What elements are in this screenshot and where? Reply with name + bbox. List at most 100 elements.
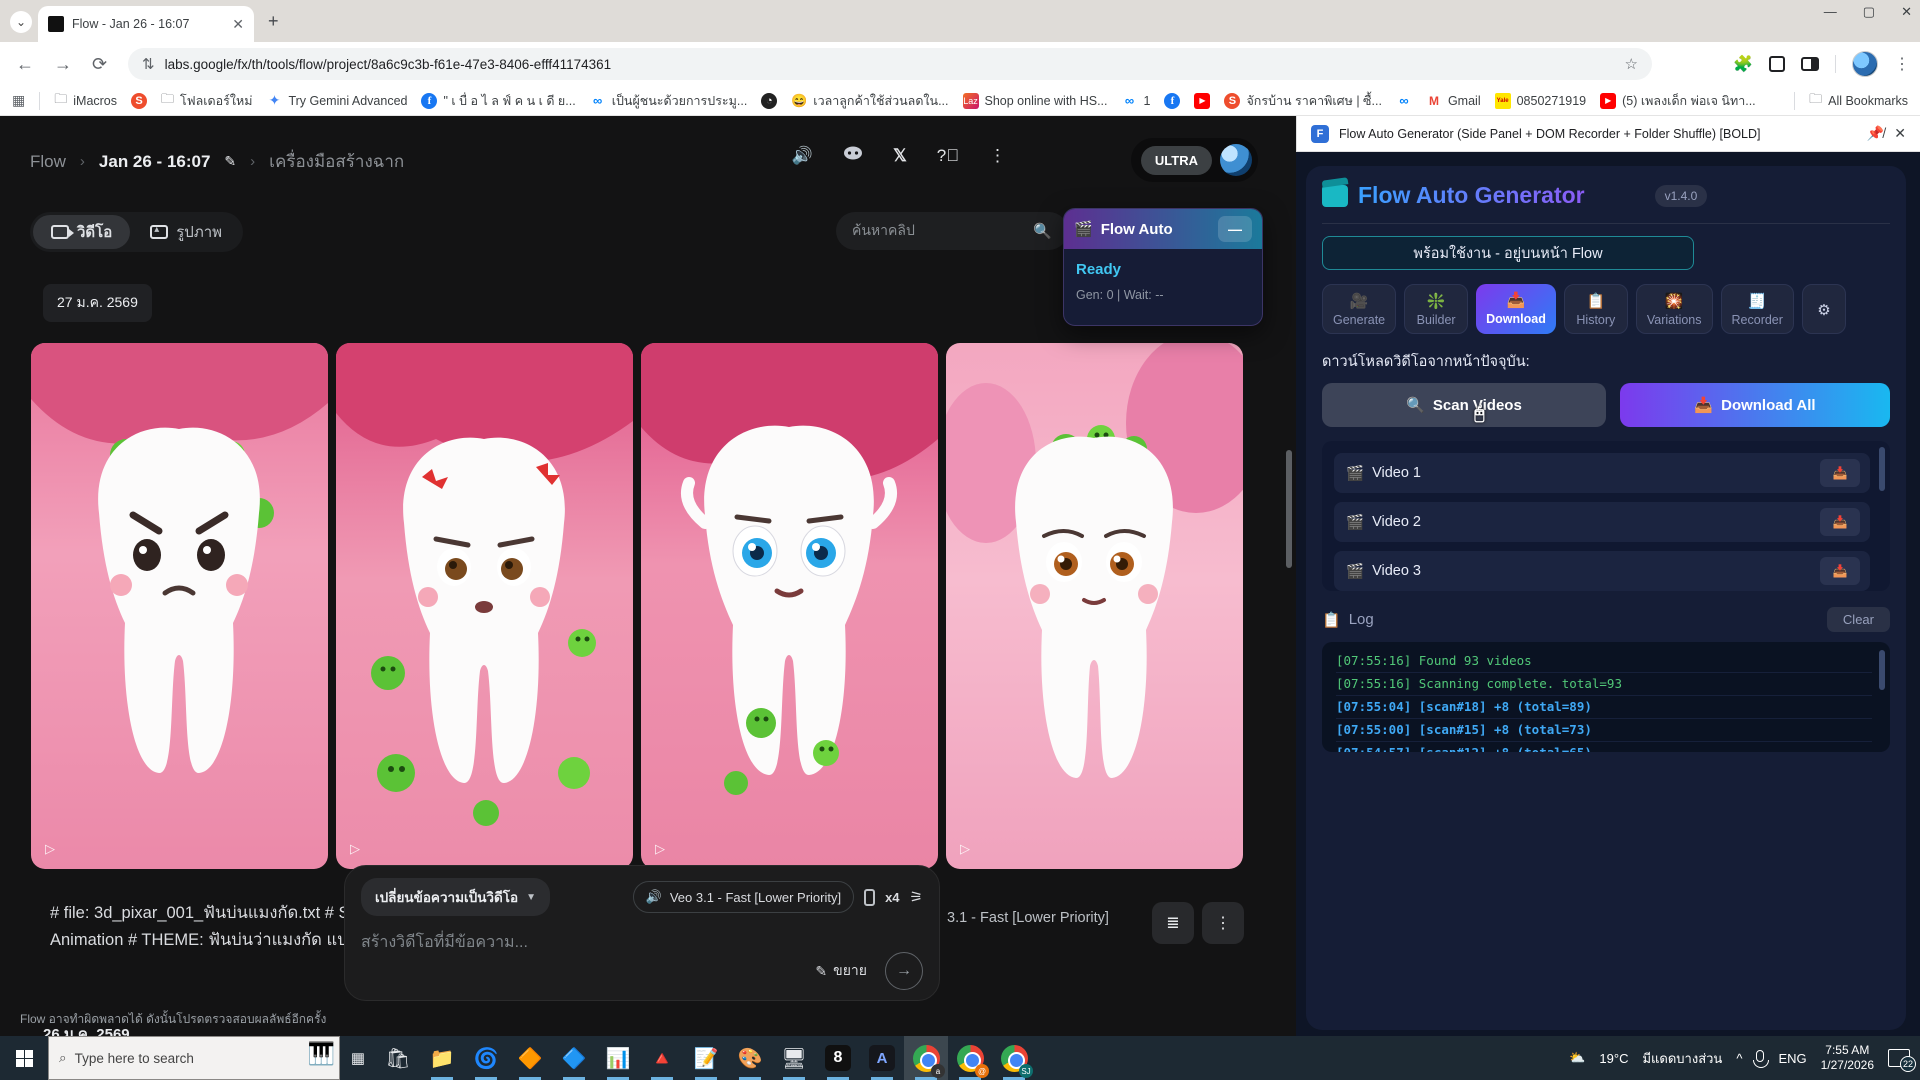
video-thumbnail-3[interactable]: ▷ (641, 343, 938, 869)
system-monitor-icon[interactable]: 📊 (596, 1036, 640, 1080)
more-options-icon[interactable]: ⋮ (989, 146, 1006, 166)
chrome-profile-3-icon[interactable]: SJ (992, 1036, 1036, 1080)
window-close-button[interactable]: ✕ (1901, 4, 1912, 20)
bookmark-phone[interactable]: Yale 0850271919 (1495, 93, 1587, 109)
browser-menu-icon[interactable]: ⋮ (1894, 54, 1910, 74)
tab-download[interactable]: 📥 Download (1476, 284, 1556, 334)
browser-tab[interactable]: Flow - Jan 26 - 16:07 ✕ (38, 6, 254, 42)
bookmark-facebook[interactable]: f (1164, 93, 1180, 109)
video-caption[interactable]: # file: 3d_pixar_001_ฟันบ่นแมงกัด.txt # … (50, 900, 344, 954)
imacros-extension-icon[interactable] (1769, 56, 1785, 72)
help-icon[interactable]: ?⃝ (937, 146, 959, 166)
minimize-panel-button[interactable]: — (1218, 216, 1252, 242)
model-chip[interactable]: 🔊 Veo 3.1 - Fast [Lower Priority] (633, 881, 854, 913)
clock[interactable]: 7:55 AM 1/27/2026 (1821, 1043, 1874, 1073)
expand-button[interactable]: ✎ ขยาย (815, 960, 867, 982)
reload-button[interactable]: ⟳ (92, 42, 107, 86)
clear-log-button[interactable]: Clear (1827, 607, 1890, 632)
prompt-settings-icon[interactable]: ⚞ (910, 888, 923, 906)
play-icon[interactable]: ▷ (655, 841, 665, 857)
bookmark-meta-1[interactable]: ∞ 1 (1122, 93, 1151, 109)
bookmark-gemini[interactable]: ✦ Try Gemini Advanced (266, 93, 407, 109)
tab-image[interactable]: รูปภาพ (132, 215, 240, 249)
x-social-icon[interactable]: 𝕏 (893, 146, 907, 166)
app-8-icon[interactable]: 8 (816, 1036, 860, 1080)
remote-desktop-icon[interactable]: 🖥 (772, 1036, 816, 1080)
page-scrollbar[interactable] (1286, 450, 1292, 568)
breadcrumb-project[interactable]: Jan 26 - 16:07 (99, 152, 211, 172)
bookmark-gmail[interactable]: M Gmail (1426, 93, 1481, 109)
window-maximize-button[interactable]: ▢ (1863, 4, 1875, 20)
bookmark-imacros[interactable]: 🗀 iMacros (54, 93, 117, 109)
bookmark-dark-site[interactable]: ◔ (761, 93, 777, 109)
clip-list-button[interactable]: ≣ (1152, 902, 1194, 944)
bookmark-star-icon[interactable]: ☆ (1625, 55, 1638, 73)
tab-history[interactable]: 📋 History (1564, 284, 1628, 334)
google-drive-icon[interactable]: 🔺 (640, 1036, 684, 1080)
extensions-puzzle-icon[interactable]: 🧩 (1733, 54, 1753, 74)
pin-off-icon[interactable]: 📌̸ (1867, 125, 1884, 142)
chrome-profile-2-icon[interactable]: @ (948, 1036, 992, 1080)
weather-temp[interactable]: 19°C (1599, 1051, 1628, 1066)
video-list-item-2[interactable]: 🎬 Video 2 📥 (1334, 502, 1870, 542)
tab-generate[interactable]: 🎥 Generate (1322, 284, 1396, 334)
site-settings-icon[interactable]: ⇅ (142, 55, 155, 73)
url-bar[interactable]: ⇅ labs.google/fx/th/tools/flow/project/8… (128, 48, 1652, 80)
video-thumbnail-2[interactable]: ▷ (336, 343, 633, 869)
forward-button[interactable]: → (54, 42, 72, 86)
video-list-item-1[interactable]: 🎬 Video 1 📥 (1334, 453, 1870, 493)
bookmark-discount[interactable]: 😄 เวลาลูกค้าใช้ส่วนลดใน... (791, 91, 948, 111)
tab-video[interactable]: วิดีโอ (33, 215, 130, 249)
close-side-panel-icon[interactable]: ✕ (1894, 125, 1906, 142)
discord-icon[interactable] (843, 146, 863, 166)
tab-settings[interactable]: ⚙ (1802, 284, 1846, 334)
play-icon[interactable]: ▷ (960, 841, 970, 857)
play-icon[interactable]: ▷ (45, 841, 55, 857)
vlc-icon[interactable]: 🔶 (508, 1036, 552, 1080)
chrome-profile-1-icon[interactable]: a (904, 1036, 948, 1080)
apps-grid-icon[interactable]: ▦ (12, 93, 25, 109)
send-button[interactable]: → (885, 952, 923, 990)
weather-text[interactable]: มีแดดบางส่วน (1642, 1048, 1722, 1069)
download-video-button[interactable]: 📥 (1820, 557, 1860, 585)
bookmark-facebook-live[interactable]: f " เ บื่ อ ไ ล ฟ์ ค น เ ดี ย... (421, 91, 575, 111)
output-count-label[interactable]: x4 (885, 890, 899, 905)
clip-search-input[interactable]: ค้นหาคลิป 🔍 (836, 212, 1068, 250)
breadcrumb-flow[interactable]: Flow (30, 152, 66, 172)
edge-icon[interactable]: 🌀 (464, 1036, 508, 1080)
paint-icon[interactable]: 🎨 (728, 1036, 772, 1080)
prompt-mode-dropdown[interactable]: เปลี่ยนข้อความเป็นวิดีโอ ▼ (361, 878, 550, 916)
notepad-icon[interactable]: 📝 (684, 1036, 728, 1080)
tab-builder[interactable]: ❇️ Builder (1404, 284, 1468, 334)
bookmark-meta-auction[interactable]: ∞ เป็นผู้ชนะด้วยการประมู... (590, 91, 748, 111)
sound-icon[interactable]: 🔊 (792, 146, 813, 166)
account-chip[interactable]: ULTRA (1131, 138, 1258, 182)
microsoft-store-icon[interactable]: 🛍 (376, 1036, 420, 1080)
app-a-icon[interactable]: A (860, 1036, 904, 1080)
all-bookmarks-button[interactable]: 🗀 All Bookmarks (1809, 93, 1908, 109)
task-view-button[interactable]: ▦ (340, 1036, 376, 1080)
url-text[interactable]: labs.google/fx/th/tools/flow/project/8a6… (165, 57, 1615, 72)
browser-profile-avatar[interactable] (1852, 51, 1878, 77)
microphone-icon[interactable] (1756, 1050, 1764, 1062)
download-video-button[interactable]: 📥 (1820, 459, 1860, 487)
log-scrollbar[interactable] (1879, 650, 1885, 690)
bookmark-new-folder[interactable]: 🗀 โฟลเดอร์ใหม่ (161, 91, 252, 111)
edit-pencil-icon[interactable]: ✎ (224, 153, 236, 170)
video-thumbnail-4[interactable]: ▷ (946, 343, 1243, 869)
window-minimize-button[interactable]: — (1824, 4, 1837, 20)
bookmark-meta[interactable]: ∞ (1396, 93, 1412, 109)
download-all-button[interactable]: 📥 Download All (1620, 383, 1890, 427)
aspect-ratio-icon[interactable] (864, 889, 875, 906)
language-indicator[interactable]: ENG (1778, 1051, 1806, 1066)
tab-close-icon[interactable]: ✕ (232, 16, 244, 33)
video-list-item-3[interactable]: 🎬 Video 3 📥 (1334, 551, 1870, 591)
file-explorer-icon[interactable]: 📁 (420, 1036, 464, 1080)
play-icon[interactable]: ▷ (350, 841, 360, 857)
bookmark-shopee-bike[interactable]: S จักรบ้าน ราคาพิเศษ | ซื้... (1224, 91, 1381, 111)
weather-icon[interactable]: ⛅ (1569, 1050, 1585, 1066)
bookmark-lazada[interactable]: Laz Shop online with HS... (963, 93, 1108, 109)
new-tab-button[interactable]: + (268, 12, 279, 30)
user-avatar[interactable] (1220, 144, 1252, 176)
scan-videos-button[interactable]: 🔍 Scan Videos 🖰 (1322, 383, 1606, 427)
